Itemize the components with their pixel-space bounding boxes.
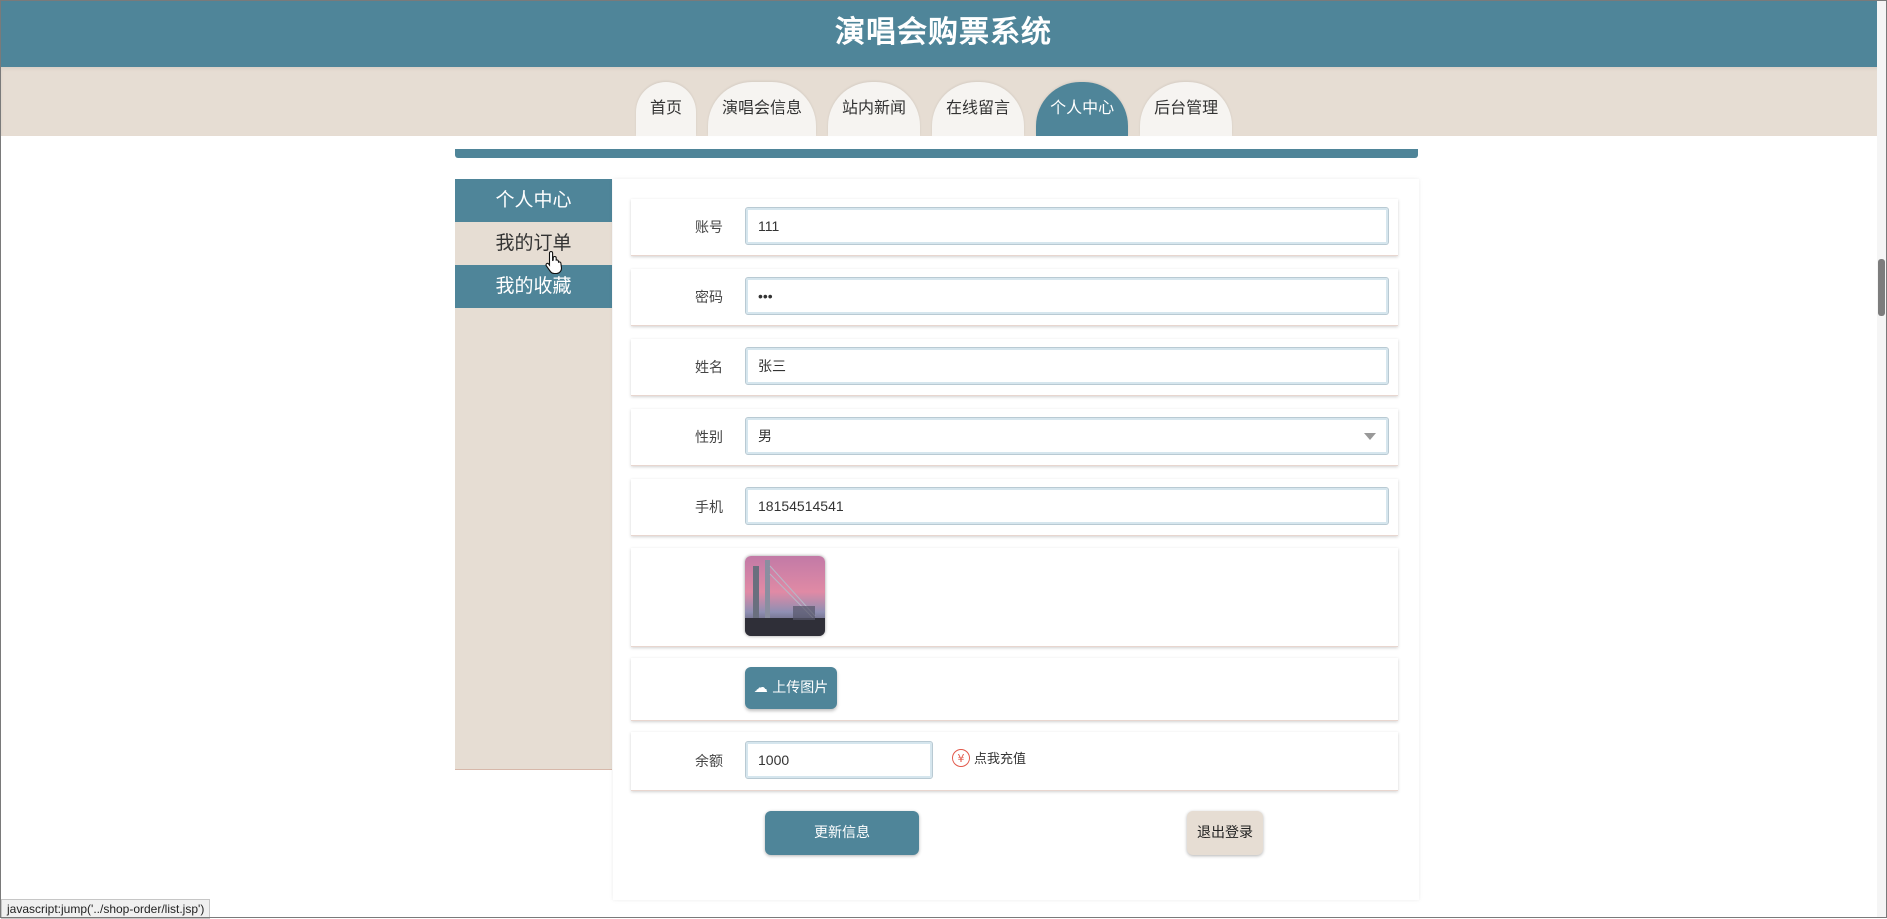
phone-input[interactable]: 18154514541: [745, 487, 1389, 525]
logout-button[interactable]: 退出登录: [1187, 811, 1263, 855]
update-info-button[interactable]: 更新信息: [765, 811, 919, 855]
password-input[interactable]: •••: [745, 277, 1389, 315]
tab-online-message[interactable]: 在线留言: [932, 82, 1025, 136]
sidebar: 个人中心 我的订单 我的收藏: [455, 179, 612, 770]
gender-value: 男: [758, 428, 772, 444]
password-label: 密码: [695, 290, 723, 306]
tab-concert-info[interactable]: 演唱会信息: [708, 82, 817, 136]
recharge-label: 点我充值: [974, 752, 1027, 767]
account-input[interactable]: 111: [745, 207, 1389, 245]
divider-bar: [455, 149, 1418, 158]
balance-row: 余额 1000 ¥ 点我充值: [631, 732, 1398, 791]
gender-row: 性别 男: [631, 409, 1398, 466]
status-bar-link-preview: javascript:jump('../shop-order/list.jsp'…: [1, 899, 211, 919]
phone-label: 手机: [695, 500, 723, 516]
tab-personal-center[interactable]: 个人中心: [1036, 82, 1129, 136]
main-nav: 首页 演唱会信息 站内新闻 在线留言 个人中心 后台管理: [636, 82, 1233, 136]
vertical-scrollbar[interactable]: [1877, 1, 1886, 917]
gender-select[interactable]: 男: [745, 417, 1389, 455]
balance-input[interactable]: 1000: [745, 741, 933, 779]
name-row: 姓名 张三: [631, 339, 1398, 396]
yen-icon: ¥: [952, 748, 970, 767]
password-row: 密码 •••: [631, 269, 1398, 326]
site-title: 演唱会购票系统: [835, 15, 1052, 50]
balance-label: 余额: [695, 754, 723, 770]
name-input[interactable]: 张三: [745, 347, 1389, 385]
name-label: 姓名: [695, 360, 723, 376]
sidebar-item-my-favorites[interactable]: 我的收藏: [455, 265, 612, 308]
site-header: 演唱会购票系统: [1, 1, 1886, 67]
account-label: 账号: [695, 220, 723, 236]
tab-home[interactable]: 首页: [636, 82, 697, 136]
tab-site-news[interactable]: 站内新闻: [828, 82, 921, 136]
account-row: 账号 111: [631, 199, 1398, 256]
upload-row: ☁ 上传图片: [631, 658, 1398, 721]
chevron-down-icon: [1364, 433, 1376, 440]
tab-admin[interactable]: 后台管理: [1140, 82, 1233, 136]
sidebar-item-personal-center[interactable]: 个人中心: [455, 179, 612, 222]
upload-image-button[interactable]: ☁ 上传图片: [745, 667, 837, 709]
hand-cursor-icon: [545, 250, 563, 274]
recharge-link[interactable]: ¥ 点我充值: [952, 748, 1026, 767]
upload-image-label: 上传图片: [772, 680, 829, 696]
avatar-image: [745, 556, 825, 636]
scrollbar-thumb[interactable]: [1878, 259, 1885, 316]
profile-panel: 账号 111 密码 ••• 姓名 张三 性别 男 手机 18154514541: [613, 179, 1419, 900]
cloud-upload-icon: ☁: [753, 680, 768, 696]
sidebar-item-my-orders[interactable]: 我的订单: [455, 222, 612, 265]
gender-label: 性别: [695, 430, 723, 446]
phone-row: 手机 18154514541: [631, 479, 1398, 536]
avatar-row: [631, 548, 1398, 647]
